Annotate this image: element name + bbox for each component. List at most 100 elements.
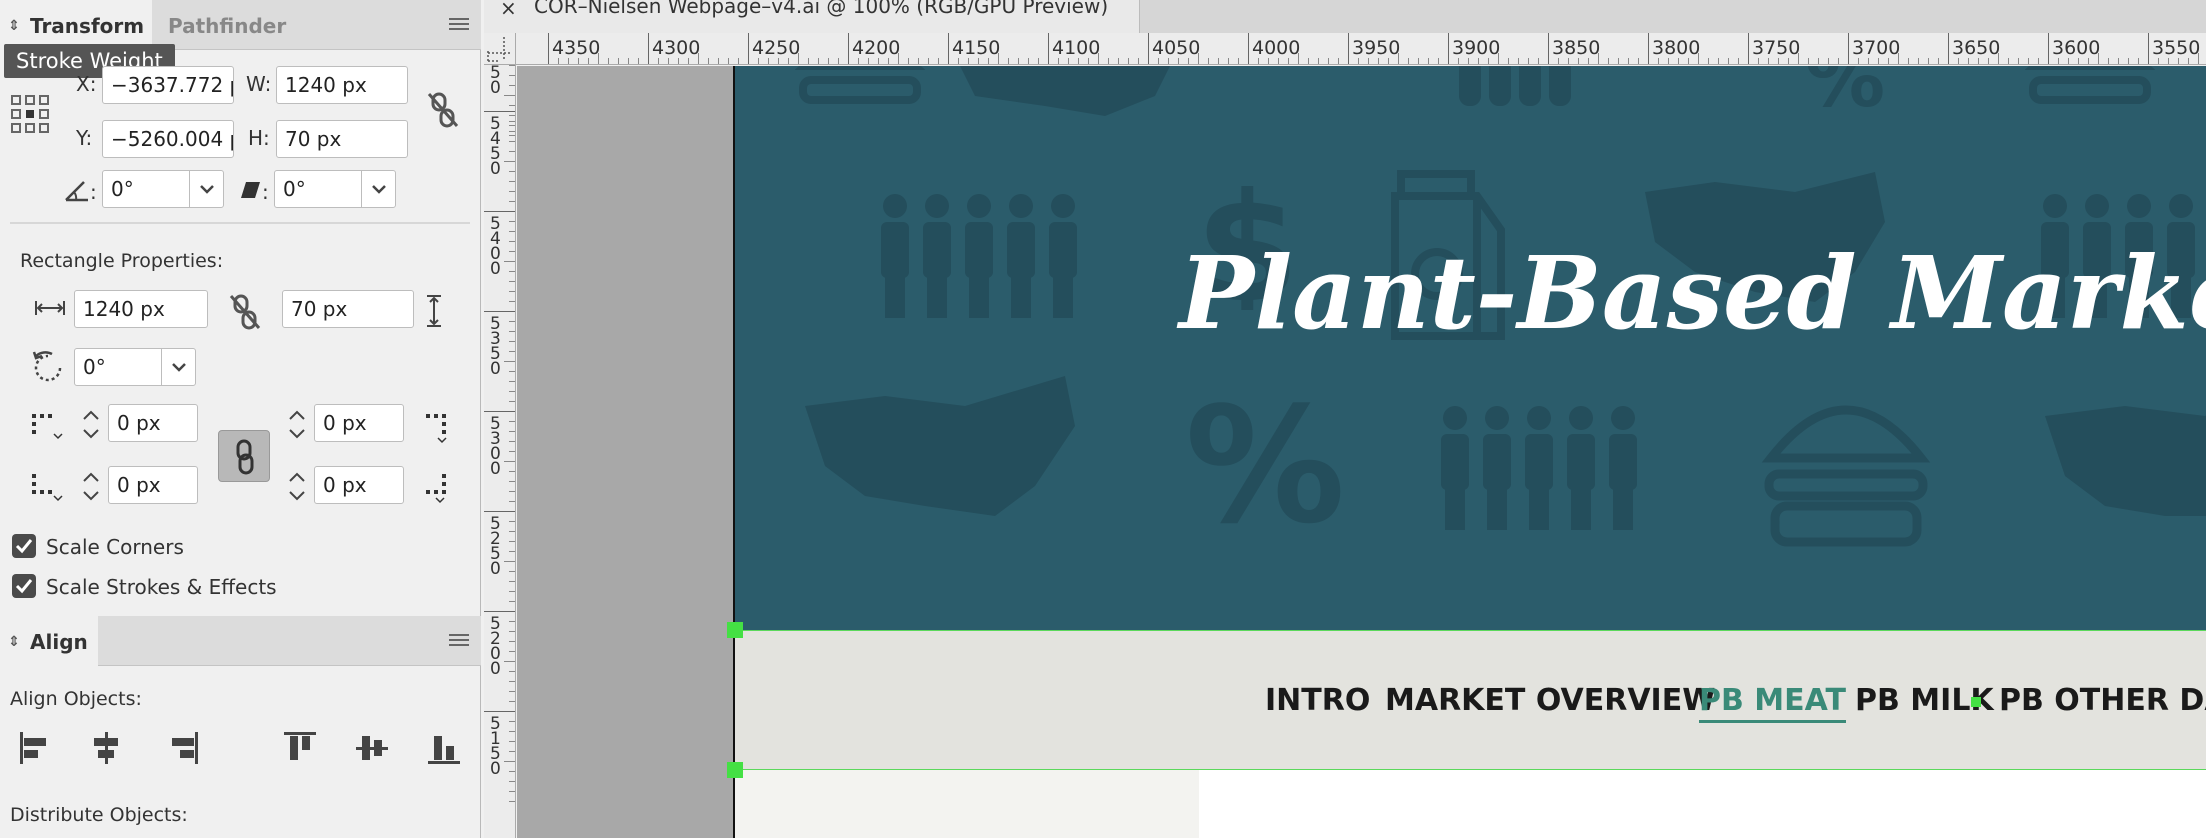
shear-dropdown[interactable]: 0° bbox=[274, 170, 396, 208]
tab-pathfinder[interactable]: Pathfinder bbox=[168, 0, 298, 50]
ruler-major-tick bbox=[484, 511, 515, 512]
ruler-minor-tick bbox=[509, 721, 515, 722]
svg-text:%: % bbox=[1185, 396, 1345, 536]
align-right-icon[interactable] bbox=[164, 730, 200, 766]
ruler-minor-tick bbox=[1568, 58, 1569, 64]
ruler-origin[interactable] bbox=[484, 33, 516, 65]
align-horizontal-center-icon[interactable] bbox=[88, 730, 124, 766]
rect-width-field[interactable]: 1240 px bbox=[74, 290, 208, 328]
align-vertical-center-icon[interactable] bbox=[354, 730, 390, 766]
ruler-minor-tick bbox=[908, 58, 909, 64]
corner-top-right-stepper[interactable] bbox=[282, 404, 312, 444]
ruler-minor-tick bbox=[509, 125, 515, 126]
align-left-icon[interactable] bbox=[18, 730, 54, 766]
panel-menu-icon[interactable] bbox=[449, 634, 469, 648]
nav-item-market-overview[interactable]: MARKET OVERVIEW bbox=[1385, 683, 1715, 718]
rect-height-field[interactable]: 70 px bbox=[282, 290, 414, 328]
ruler-major-tick bbox=[484, 411, 515, 412]
horizontal-ruler[interactable]: 4350 4300 4250 4200 4150 4100 4050 4000 3950 3900… bbox=[516, 33, 2206, 65]
ruler-minor-tick bbox=[509, 701, 515, 702]
ruler-minor-tick bbox=[509, 791, 515, 792]
nav-item-intro[interactable]: INTRO bbox=[1265, 683, 1370, 718]
ruler-minor-tick bbox=[918, 58, 919, 64]
nav-item-pb-meat[interactable]: PB MEAT bbox=[1699, 683, 1846, 723]
chevron-down-icon[interactable] bbox=[189, 171, 223, 207]
corner-type-top-left-icon[interactable] bbox=[30, 410, 64, 444]
chevron-down-icon[interactable] bbox=[361, 171, 395, 207]
corner-bottom-left-stepper[interactable] bbox=[76, 466, 106, 506]
ruler-minor-tick bbox=[509, 131, 515, 132]
ruler-minor-tick bbox=[1608, 58, 1609, 64]
rectangle-rotate-dropdown[interactable]: 0° bbox=[74, 348, 196, 386]
document-tab[interactable]: × COR–Nielsen Webpage–v4.ai @ 100% (RGB/… bbox=[484, 0, 1140, 33]
nav-bar[interactable]: INTRO MARKET OVERVIEW PB MEAT PB MILK PB… bbox=[735, 630, 2206, 770]
corner-top-left-field[interactable]: 0 px bbox=[108, 404, 198, 442]
align-top-icon[interactable] bbox=[282, 730, 318, 766]
chevron-down-icon[interactable] bbox=[161, 349, 195, 385]
h-field[interactable]: 70 px bbox=[276, 120, 408, 158]
y-field[interactable]: −5260.004 p bbox=[102, 120, 234, 158]
vertical-ruler[interactable]: 5505450540053505300525052005150 bbox=[484, 65, 516, 838]
tab-align[interactable]: ⇕ Align bbox=[0, 616, 98, 666]
tab-transform[interactable]: ⇕ Transform bbox=[0, 0, 152, 50]
ruler-minor-tick bbox=[509, 341, 515, 342]
angle-dropdown[interactable]: 0° bbox=[102, 170, 224, 208]
ruler-minor-tick bbox=[768, 58, 769, 64]
ruler-minor-tick bbox=[928, 58, 929, 64]
ruler-minor-tick bbox=[509, 601, 515, 602]
ruler-minor-tick bbox=[1818, 58, 1819, 64]
ruler-minor-tick bbox=[509, 491, 515, 492]
ruler-major-tick bbox=[1448, 33, 1449, 64]
page-content-area[interactable] bbox=[1199, 770, 2206, 838]
panel-menu-icon[interactable] bbox=[449, 18, 469, 32]
corner-bottom-right-field[interactable]: 0 px bbox=[314, 466, 404, 504]
selection-handle-bottom-left[interactable] bbox=[727, 762, 743, 778]
ruler-minor-tick bbox=[509, 151, 515, 152]
corner-link-button[interactable] bbox=[218, 430, 270, 482]
ruler-minor-tick bbox=[1318, 58, 1319, 64]
corner-type-bottom-right-icon[interactable] bbox=[416, 470, 450, 504]
selection-anchor[interactable] bbox=[1971, 697, 1981, 707]
w-label: W: bbox=[246, 72, 272, 96]
canvas[interactable]: % $ % Plant-Based Market INTRO MARKET OV… bbox=[517, 66, 2206, 838]
align-bottom-icon[interactable] bbox=[426, 730, 462, 766]
corner-top-left-stepper[interactable] bbox=[76, 404, 106, 444]
w-field[interactable]: 1240 px bbox=[276, 66, 408, 104]
reference-point-icon[interactable] bbox=[10, 94, 50, 134]
ruler-minor-tick bbox=[2128, 58, 2129, 64]
collapse-chevron-icon[interactable]: ⇕ bbox=[8, 616, 20, 668]
distribute-objects-heading: Distribute Objects: bbox=[10, 804, 188, 826]
ruler-minor-tick bbox=[509, 301, 515, 302]
ruler-minor-tick bbox=[1758, 58, 1759, 64]
ruler-minor-tick bbox=[509, 551, 515, 552]
ruler-minor-tick bbox=[2188, 58, 2189, 64]
ruler-minor-tick bbox=[2078, 58, 2079, 64]
corner-top-right-field[interactable]: 0 px bbox=[314, 404, 404, 442]
ruler-minor-tick bbox=[1428, 58, 1429, 64]
checkmark-icon bbox=[15, 579, 33, 594]
artboard[interactable]: % $ % Plant-Based Market INTRO MARKET OV… bbox=[733, 66, 2206, 838]
ruler-minor-tick bbox=[1508, 58, 1509, 64]
hero-banner[interactable]: % $ % Plant-Based Market bbox=[735, 66, 2206, 630]
corner-bottom-right-stepper[interactable] bbox=[282, 466, 312, 506]
ruler-minor-tick bbox=[509, 541, 515, 542]
ruler-minor-tick bbox=[1628, 58, 1629, 64]
ruler-minor-tick bbox=[1208, 58, 1209, 64]
corner-type-top-right-icon[interactable] bbox=[416, 410, 450, 444]
corner-type-bottom-left-icon[interactable] bbox=[30, 470, 64, 504]
ruler-minor-tick bbox=[628, 58, 629, 64]
ruler-minor-tick bbox=[1968, 58, 1969, 64]
hero-title[interactable]: Plant-Based Market bbox=[1179, 234, 2206, 352]
scale-strokes-checkbox[interactable] bbox=[12, 574, 36, 598]
scale-strokes-label: Scale Strokes & Effects bbox=[46, 575, 277, 599]
document-title: COR–Nielsen Webpage–v4.ai @ 100% (RGB/GP… bbox=[534, 0, 1109, 18]
scale-corners-checkbox[interactable] bbox=[12, 534, 36, 558]
nav-item-pb-other-dairy[interactable]: PB OTHER DAIR bbox=[1999, 683, 2206, 718]
ruler-minor-tick bbox=[1578, 58, 1579, 64]
constrain-proportions-link-icon[interactable] bbox=[426, 90, 460, 130]
close-tab-icon[interactable]: × bbox=[500, 0, 517, 20]
x-field[interactable]: −3637.772 p bbox=[102, 66, 234, 104]
corner-bottom-left-field[interactable]: 0 px bbox=[108, 466, 198, 504]
rect-link-icon[interactable] bbox=[228, 292, 262, 332]
selection-handle-top-left[interactable] bbox=[727, 622, 743, 638]
